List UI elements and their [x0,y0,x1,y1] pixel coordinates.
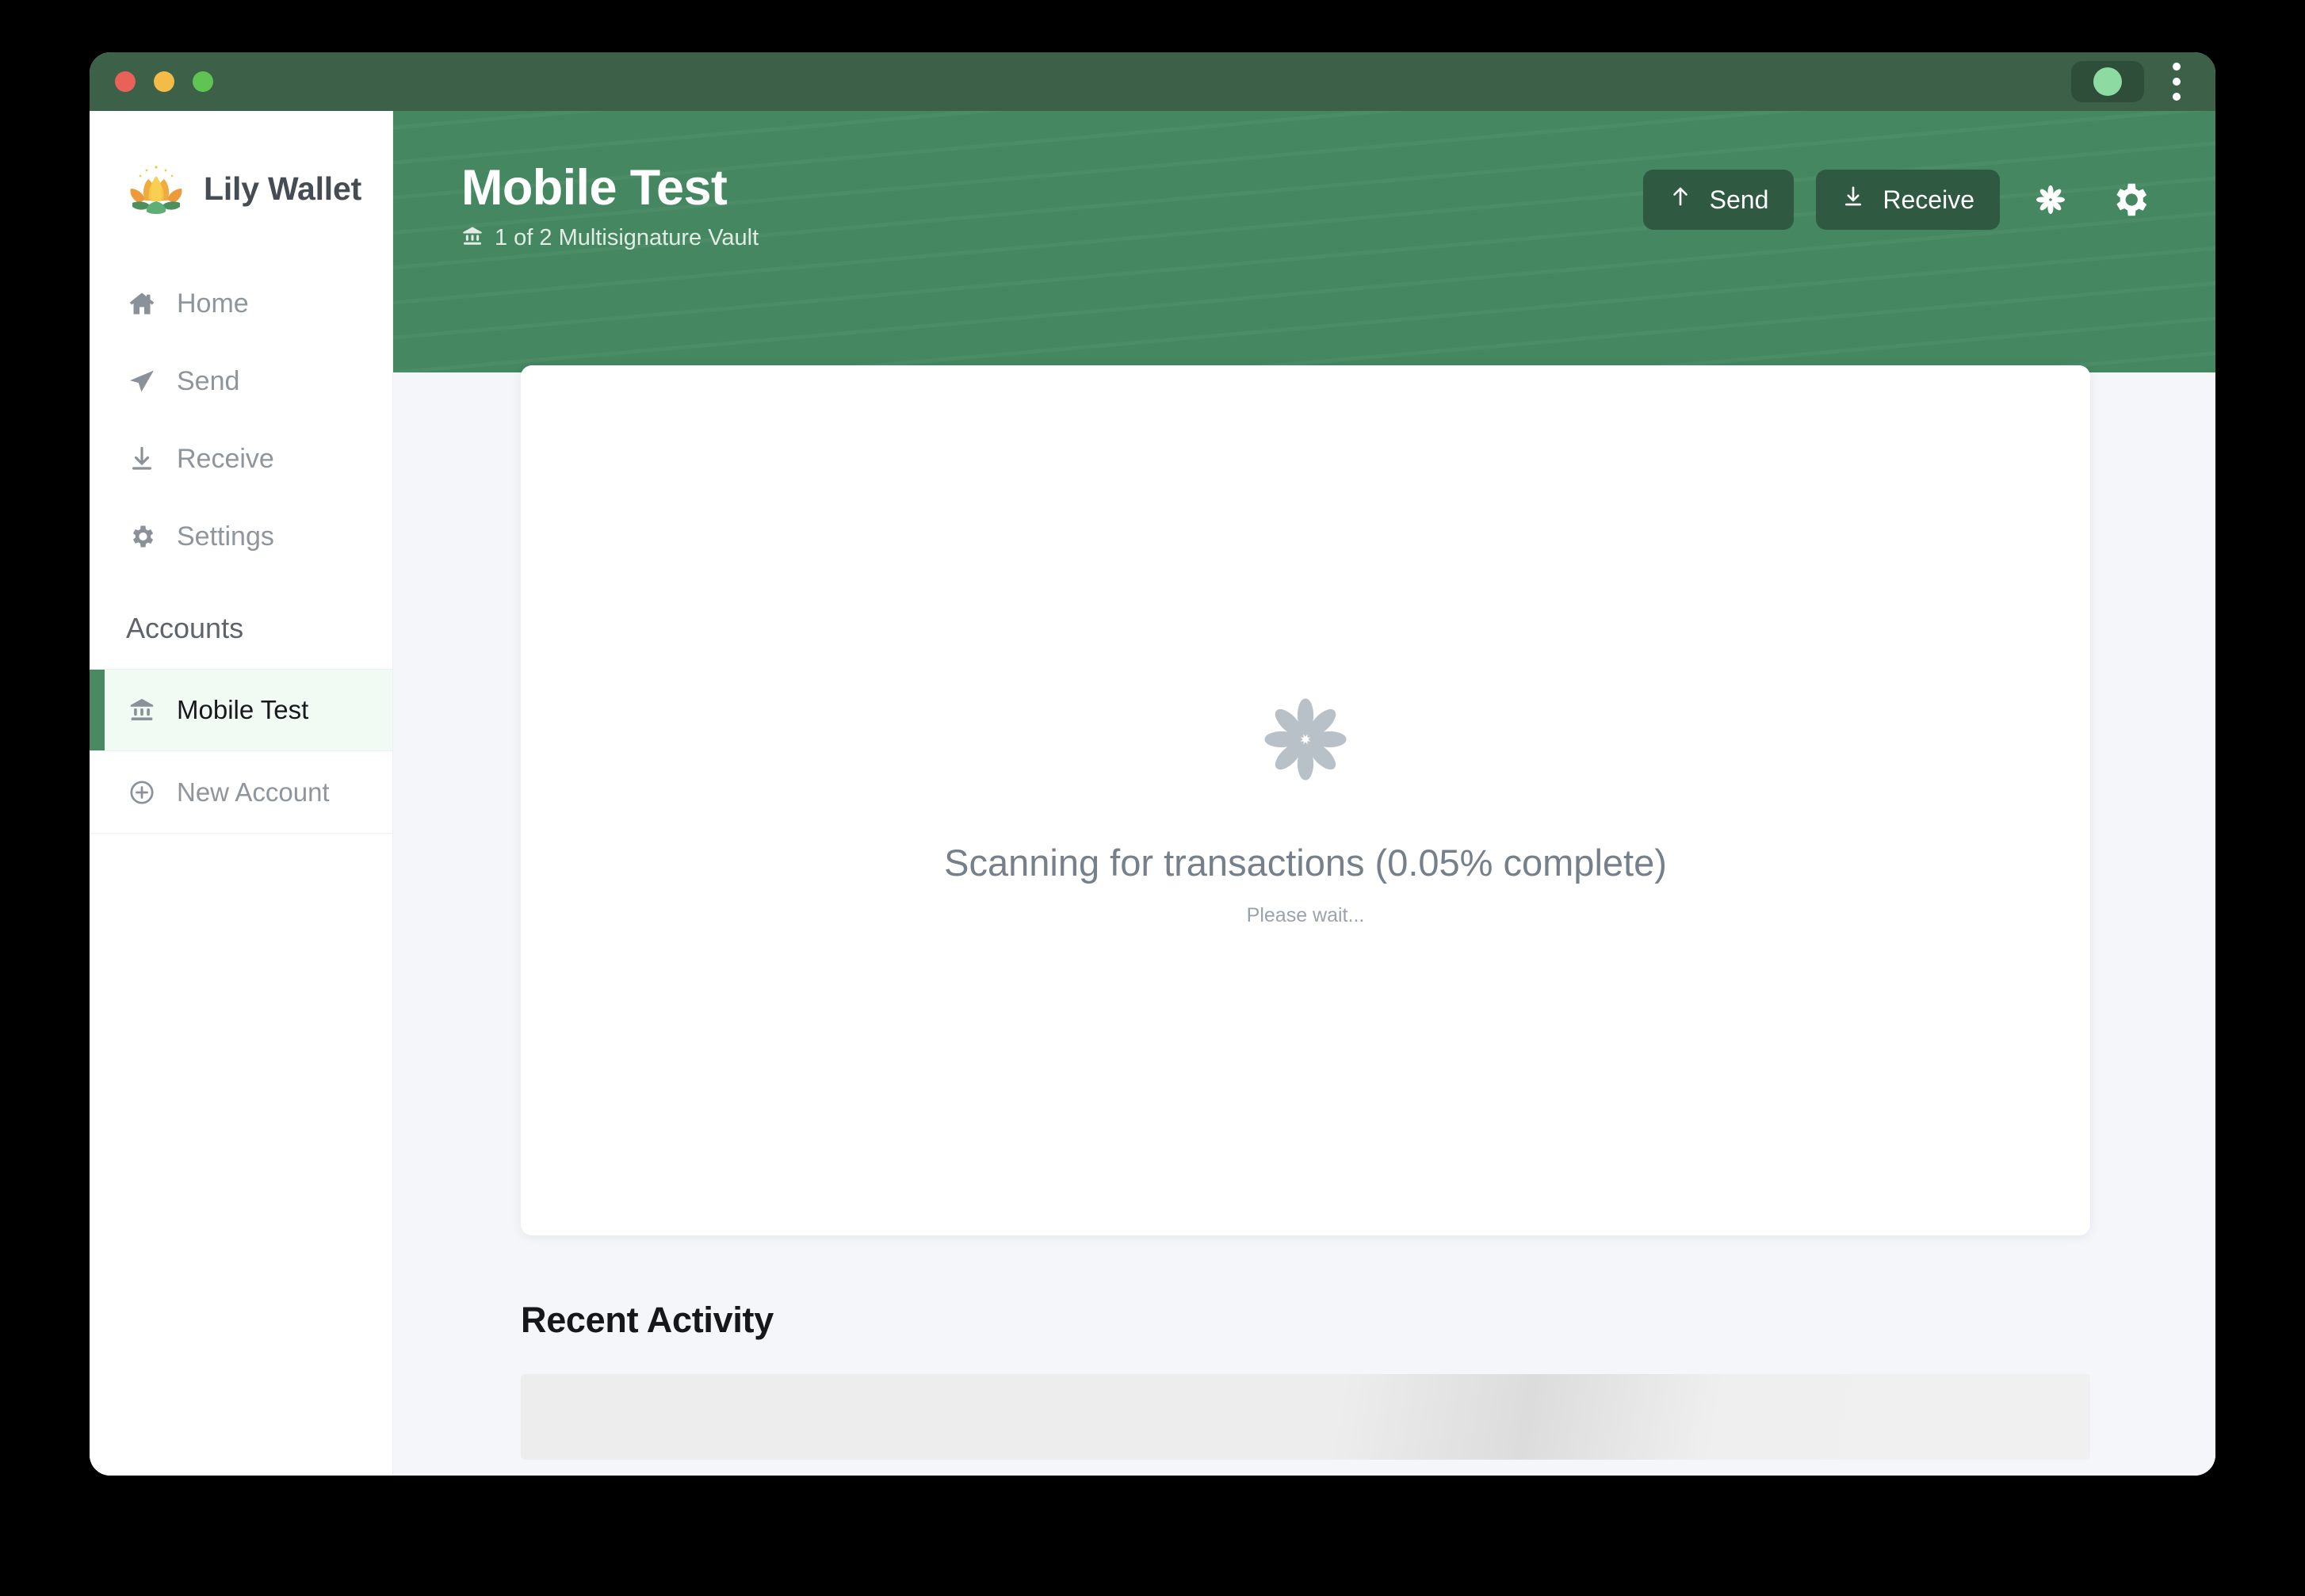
sidebar-item-label: Send [177,365,240,396]
sidebar-item-label: Receive [177,443,274,474]
receive-button[interactable]: Receive [1816,170,2000,230]
page-title: Mobile Test [461,160,728,216]
primary-navigation: Home Send Receive Settings [90,265,392,575]
gear-icon [126,521,158,552]
lily-flower-icon-button[interactable] [2022,171,2079,228]
arrow-up-icon [1669,185,1692,215]
account-label: Mobile Test [177,695,309,724]
traffic-lights [115,71,213,92]
sidebar-item-home[interactable]: Home [90,265,392,342]
minimize-button[interactable] [154,71,174,92]
kebab-menu-icon[interactable] [2165,58,2188,105]
recent-activity-title: Recent Activity [521,1300,774,1340]
bank-icon [461,225,484,251]
plus-circle-icon [126,777,158,808]
gear-icon [2116,183,2147,216]
lotus-flower-logo-icon [130,166,182,214]
settings-icon-button[interactable] [2101,171,2158,228]
titlebar-right-controls [2071,58,2188,105]
page-subtitle: 1 of 2 Multisignature Vault [495,225,759,251]
header-actions: Send Receive [1642,162,2158,230]
app-window: Lily Wallet Home Send Receive Settings A… [90,52,2215,1476]
sidebar-item-receive[interactable]: Receive [90,420,392,498]
sidebar-item-mobile-test[interactable]: Mobile Test [90,669,392,751]
lily-flower-spinner-icon [1264,698,1347,781]
sidebar: Lily Wallet Home Send Receive Settings A… [90,111,393,1476]
page-subtitle-row: 1 of 2 Multisignature Vault [461,225,759,251]
receive-button-label: Receive [1883,185,1974,214]
page-header: Mobile Test 1 of 2 Multisignature Vault … [393,111,2215,372]
arrow-down-line-icon [1841,185,1865,215]
download-arrow-icon [126,443,158,475]
bank-icon [126,694,158,726]
close-button[interactable] [115,71,136,92]
skeleton-row [521,1374,2090,1460]
brand-name: Lily Wallet [204,170,362,207]
loading-card: Scanning for transactions (0.05% complet… [521,365,2090,1235]
loading-subtext: Please wait... [1246,904,1365,927]
header-titles: Mobile Test 1 of 2 Multisignature Vault [461,162,759,251]
sidebar-item-new-account[interactable]: New Account [90,751,392,834]
loading-title: Scanning for transactions (0.05% complet… [944,841,1667,884]
sidebar-item-label: Home [177,288,249,319]
send-button-label: Send [1709,185,1769,214]
connection-status-pill[interactable] [2071,61,2144,102]
status-dot-icon [2093,67,2122,96]
brand: Lily Wallet [90,111,392,220]
accounts-section-title: Accounts [126,612,244,644]
sidebar-item-label: Settings [177,521,274,552]
main-content: Mobile Test 1 of 2 Multisignature Vault … [393,111,2215,1476]
home-icon [126,288,158,319]
sidebar-item-settings[interactable]: Settings [90,498,392,575]
window-body: Lily Wallet Home Send Receive Settings A… [90,111,2215,1476]
window-titlebar [90,52,2215,111]
recent-activity-section: Recent Activity [521,1300,2090,1476]
send-button[interactable]: Send [1642,170,1795,230]
sidebar-item-send[interactable]: Send [90,342,392,420]
account-label: New Account [177,777,330,807]
lily-flower-icon [2036,185,2065,214]
paper-plane-icon [126,365,158,397]
zoom-button[interactable] [193,71,213,92]
